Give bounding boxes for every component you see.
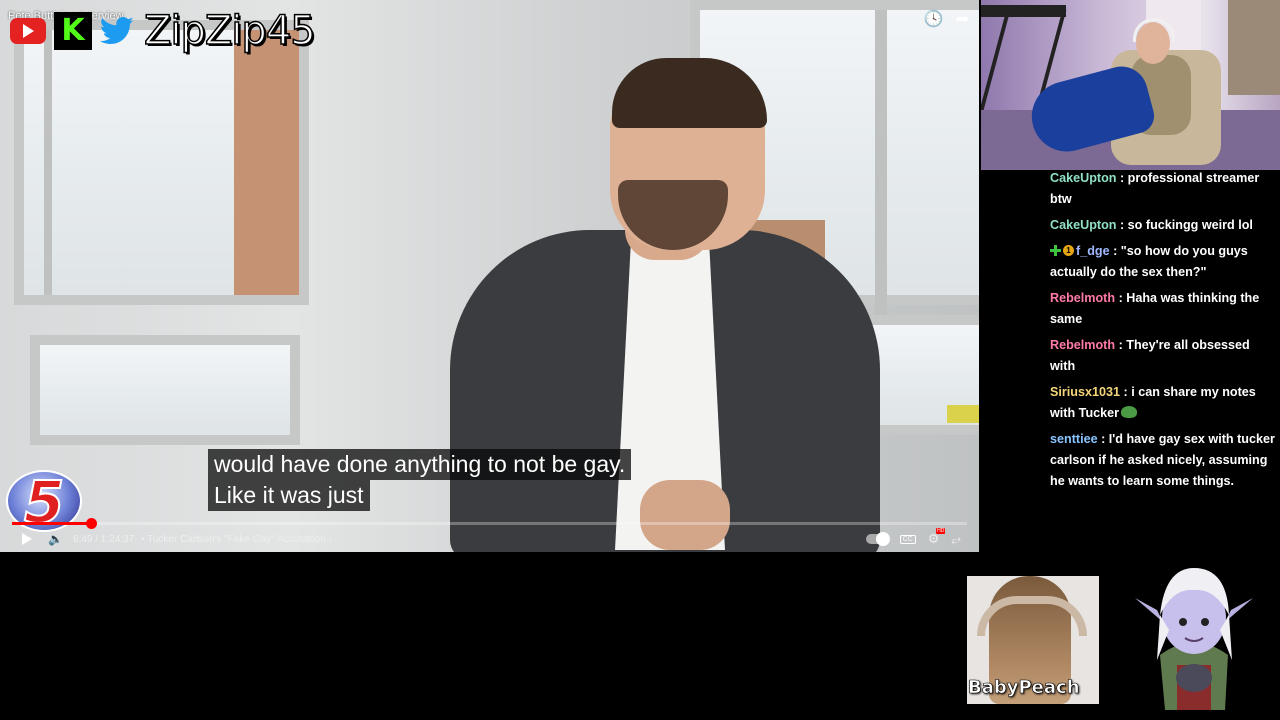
chat-message: Rebelmoth : Haha was thinking the same [1050, 288, 1278, 330]
chat-message: CakeUpton : so fuckingg weird lol [1050, 215, 1278, 236]
bits-badge-icon: 1 [1063, 245, 1074, 256]
twitter-logo [100, 16, 134, 46]
chat-badges: 1 [1050, 245, 1074, 256]
chat-username[interactable]: f_dge [1076, 244, 1110, 258]
player-top-actions: 🕓 ➦ [924, 9, 969, 29]
window [14, 20, 309, 305]
youtube-logo [10, 18, 46, 44]
elf-avatar [1135, 560, 1253, 715]
chat-username[interactable]: senttiee [1050, 432, 1098, 446]
sub-badge-icon [1050, 245, 1061, 256]
hd-badge: HD [936, 528, 946, 534]
chat-message: Siriusx1031 : i can share my notes with … [1050, 382, 1278, 424]
autoplay-toggle[interactable] [865, 532, 890, 546]
window [30, 335, 300, 445]
chat-username[interactable]: Rebelmoth [1050, 291, 1115, 305]
exit-fullscreen-icon[interactable]: ⥂ [951, 532, 961, 547]
chat-username[interactable]: CakeUpton [1050, 171, 1116, 185]
caption-line: would have done anything to not be gay. [208, 449, 632, 480]
gear-icon[interactable]: ⚙ HD [928, 528, 946, 547]
time-display: 6:49 / 1:24:37 [73, 534, 135, 545]
chat-message: CakeUpton : professional streamer btw [1050, 168, 1278, 210]
streamer-webcam [981, 0, 1280, 170]
kick-logo: K [54, 12, 92, 50]
captions: would have done anything to not be gay. … [208, 449, 632, 511]
chat-message: Rebelmoth : They're all obsessed with [1050, 335, 1278, 377]
chat-username[interactable]: Rebelmoth [1050, 338, 1115, 352]
player-controls: 🔈 6:49 / 1:24:37 • Tucker Carlson's "Fak… [0, 528, 979, 552]
chat-username[interactable]: Siriusx1031 [1050, 385, 1120, 399]
guest-name-label: BabyPeach [968, 677, 1080, 699]
streamer-handle: ZipZip45 [143, 7, 316, 55]
chat-text: : so fuckingg weird lol [1116, 218, 1253, 232]
progress-bar[interactable] [12, 518, 967, 529]
social-logos: K ZipZip45 [10, 7, 316, 55]
caption-line: Like it was just [208, 480, 370, 511]
play-icon[interactable] [22, 533, 32, 545]
chat-message: 1 f_dge : "so how do you guys actually do… [1050, 241, 1278, 283]
chat-message: senttiee : I'd have gay sex with tucker … [1050, 429, 1278, 492]
cc-button[interactable]: CC [899, 534, 916, 544]
volume-icon[interactable]: 🔈 [48, 532, 63, 546]
progress-fill [12, 522, 92, 525]
chat-username[interactable]: CakeUpton [1050, 218, 1116, 232]
video-player[interactable]: Pete Buttigieg Interview K ZipZip45 🕓 ➦ … [0, 0, 979, 552]
clock-icon[interactable]: 🕓 [924, 9, 944, 29]
share-icon[interactable]: ➦ [956, 9, 969, 29]
chat-log: CakeUpton : professional streamer btw Cak… [1050, 168, 1278, 497]
chapter-title[interactable]: • Tucker Carlson's "Fake Gay" Accusation… [141, 534, 332, 545]
guest-webcam: BabyPeach [967, 576, 1099, 704]
frog-emote-icon [1121, 406, 1138, 418]
